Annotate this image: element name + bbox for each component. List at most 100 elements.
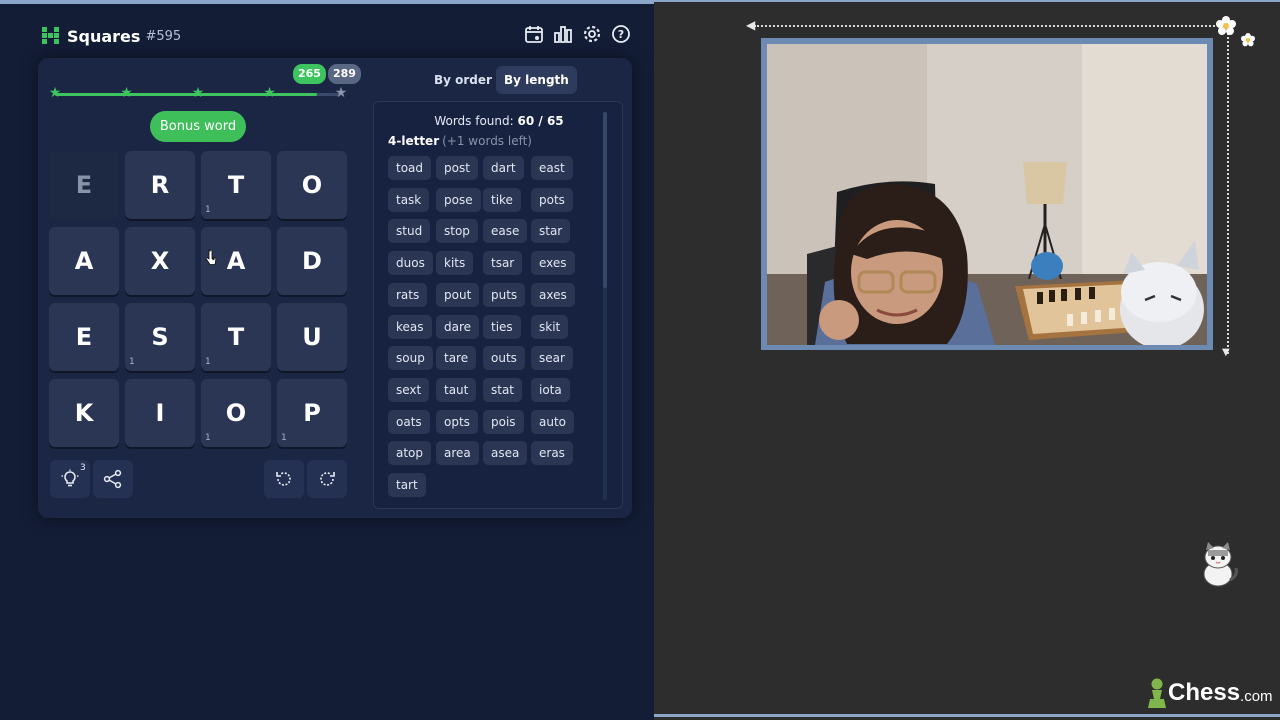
tile-letter: O bbox=[225, 399, 247, 427]
word-chip[interactable]: stop bbox=[436, 219, 478, 244]
letter-tile[interactable]: X bbox=[125, 227, 195, 295]
word-chip[interactable]: pots bbox=[531, 187, 573, 212]
letter-grid: ERT1OAXADES1T1UKIO1P1 bbox=[49, 151, 349, 447]
word-chip[interactable]: pose bbox=[436, 187, 481, 212]
word-chip[interactable]: axes bbox=[531, 282, 575, 307]
tile-letter: O bbox=[301, 171, 323, 199]
progress-star: ★ bbox=[334, 85, 348, 101]
word-chip[interactable]: pois bbox=[483, 409, 524, 434]
word-chip[interactable]: tare bbox=[436, 346, 477, 371]
tile-letter: I bbox=[155, 399, 165, 427]
word-chip[interactable]: pout bbox=[436, 282, 480, 307]
word-chip[interactable]: keas bbox=[388, 314, 432, 339]
app-header: Squares #595 bbox=[42, 24, 181, 48]
letter-tile[interactable]: T1 bbox=[201, 151, 271, 219]
word-chip[interactable]: tike bbox=[483, 187, 521, 212]
word-chip[interactable]: star bbox=[531, 219, 571, 244]
word-chip[interactable]: sear bbox=[531, 346, 573, 371]
letter-tile[interactable]: E bbox=[49, 303, 119, 371]
tile-letter: E bbox=[75, 171, 93, 199]
word-chip[interactable]: tsar bbox=[483, 251, 523, 276]
tile-letter: X bbox=[150, 247, 170, 275]
letter-tile[interactable]: A bbox=[49, 227, 119, 295]
progress-star: ★ bbox=[48, 85, 62, 101]
word-chip[interactable]: opts bbox=[436, 409, 478, 434]
letter-tile[interactable]: O bbox=[277, 151, 347, 219]
word-chip[interactable]: dart bbox=[483, 156, 524, 180]
progress-star: ★ bbox=[191, 85, 205, 101]
word-chip[interactable]: asea bbox=[483, 441, 528, 466]
word-chip[interactable]: tart bbox=[388, 473, 426, 497]
squares-logo-icon bbox=[42, 27, 60, 45]
word-chip[interactable]: puts bbox=[483, 282, 526, 307]
rotate-right-button[interactable] bbox=[307, 460, 347, 498]
word-chip[interactable]: oats bbox=[388, 409, 430, 434]
letter-tile[interactable]: I bbox=[125, 379, 195, 447]
tile-count: 1 bbox=[281, 433, 287, 443]
word-chip[interactable]: iota bbox=[531, 377, 570, 402]
settings-icon[interactable] bbox=[582, 24, 602, 44]
letter-tile[interactable]: K bbox=[49, 379, 119, 447]
word-chip[interactable]: area bbox=[436, 441, 479, 466]
tile-letter: A bbox=[74, 247, 94, 275]
word-chip[interactable]: skit bbox=[531, 314, 569, 339]
arrow-left-icon: ◀ bbox=[746, 18, 756, 32]
letter-tile[interactable]: D bbox=[277, 227, 347, 295]
word-chip[interactable]: atop bbox=[388, 441, 432, 466]
section-heading-label: 4-letter bbox=[388, 134, 440, 148]
word-chip[interactable]: east bbox=[531, 156, 573, 180]
word-chip[interactable]: toad bbox=[388, 156, 432, 180]
letter-tile[interactable]: E bbox=[49, 151, 119, 219]
word-chip[interactable]: ties bbox=[483, 314, 521, 339]
mouse-cursor-icon bbox=[205, 249, 217, 265]
word-chip[interactable]: kits bbox=[436, 251, 474, 276]
word-chip[interactable]: ease bbox=[483, 219, 528, 244]
letter-tile[interactable]: P1 bbox=[277, 379, 347, 447]
cat-sticker-icon bbox=[1203, 542, 1238, 587]
progress-bar: ★ ★ ★ ★ ★ bbox=[49, 86, 348, 100]
word-chip[interactable]: stud bbox=[388, 219, 431, 244]
word-chip[interactable]: taut bbox=[436, 377, 477, 402]
letter-tile[interactable]: R bbox=[125, 151, 195, 219]
word-chip[interactable]: outs bbox=[483, 346, 525, 371]
words-found-label: Words found: bbox=[434, 114, 514, 128]
stats-icon[interactable] bbox=[553, 24, 573, 44]
calendar-icon[interactable] bbox=[524, 24, 544, 44]
brand-name: Chess bbox=[1168, 679, 1241, 706]
tab-by-length[interactable]: By length bbox=[496, 66, 577, 94]
letter-tile[interactable]: O1 bbox=[201, 379, 271, 447]
words-scroll-thumb[interactable] bbox=[603, 112, 607, 288]
word-chip[interactable]: stat bbox=[483, 377, 523, 402]
tile-letter: R bbox=[150, 171, 170, 199]
word-chip[interactable]: exes bbox=[531, 251, 575, 276]
word-chip[interactable]: sext bbox=[388, 377, 430, 402]
section-heading: 4-letter (+1 words left) bbox=[388, 134, 532, 148]
share-button[interactable] bbox=[93, 460, 133, 498]
tab-by-order[interactable]: By order bbox=[426, 66, 500, 94]
svg-text:?: ? bbox=[618, 28, 624, 41]
max-score-badge: 289 bbox=[328, 64, 361, 84]
tile-count: 1 bbox=[205, 205, 211, 215]
share-icon bbox=[103, 469, 122, 489]
word-chip[interactable]: task bbox=[388, 187, 430, 212]
letter-tile[interactable]: U bbox=[277, 303, 347, 371]
word-chip[interactable]: auto bbox=[531, 409, 575, 434]
word-chip[interactable]: dare bbox=[436, 314, 480, 339]
letter-tile[interactable]: T1 bbox=[201, 303, 271, 371]
tile-letter: K bbox=[74, 399, 94, 427]
word-chip[interactable]: rats bbox=[388, 282, 428, 307]
word-chip[interactable]: post bbox=[436, 156, 478, 180]
tile-letter: U bbox=[302, 323, 322, 351]
word-chip[interactable]: soup bbox=[388, 346, 433, 371]
rotate-right-icon bbox=[320, 472, 335, 486]
word-chip[interactable]: eras bbox=[531, 441, 573, 466]
rotate-left-button[interactable] bbox=[264, 460, 304, 498]
progress-fill bbox=[55, 93, 318, 96]
letter-tile[interactable]: S1 bbox=[125, 303, 195, 371]
bonus-word-badge[interactable]: Bonus word bbox=[150, 111, 246, 142]
word-chip[interactable]: duos bbox=[388, 251, 433, 276]
tile-count: 1 bbox=[205, 433, 211, 443]
section-remaining: (+1 words left) bbox=[442, 134, 532, 148]
help-icon[interactable]: ? bbox=[611, 24, 631, 44]
webcam-feed bbox=[767, 44, 1207, 345]
